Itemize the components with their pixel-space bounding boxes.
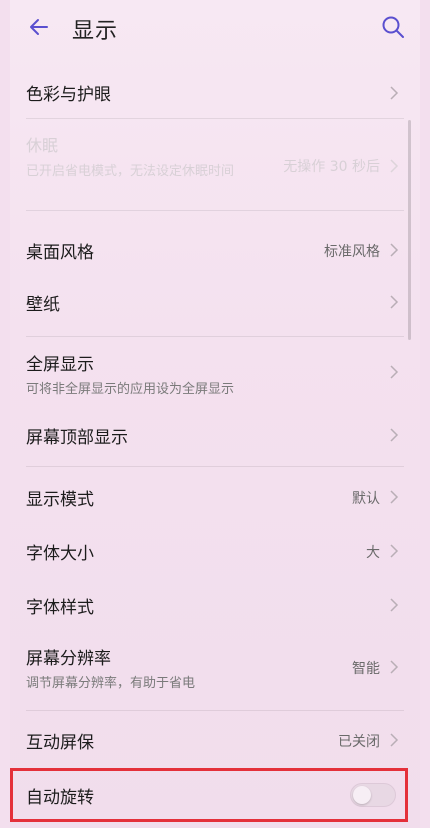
- setting-item-subtitle: 可将非全屏显示的应用设为全屏显示: [26, 382, 235, 397]
- setting-item-sleep: 休眠 已开启省电模式，无法设定休眠时间 无操作 30 秒后: [10, 122, 420, 202]
- setting-item-label: 字体样式: [26, 598, 94, 618]
- setting-item-label: 色彩与护眼: [26, 85, 111, 105]
- divider: [26, 118, 404, 119]
- chevron-right-icon: [390, 544, 399, 558]
- setting-item-value: 已关闭: [338, 734, 380, 750]
- chevron-right-icon: [390, 159, 399, 173]
- setting-item-screen-resolution[interactable]: 屏幕分辨率 调节屏幕分辨率，有助于省电 智能: [10, 634, 420, 700]
- chevron-right-icon: [390, 598, 399, 612]
- chevron-right-icon: [390, 365, 399, 379]
- setting-item-value: 大: [366, 545, 380, 561]
- setting-item-value: 默认: [352, 491, 380, 507]
- setting-item-fullscreen-display[interactable]: 全屏显示 可将非全屏显示的应用设为全屏显示: [10, 340, 420, 404]
- setting-item-font-size[interactable]: 字体大小 大: [10, 526, 420, 576]
- divider: [26, 336, 404, 337]
- page-title: 显示: [72, 19, 119, 44]
- setting-item-subtitle: 调节屏幕分辨率，有助于省电: [26, 676, 196, 691]
- display-settings-screen: 显示 色彩与护眼 休眠 已开启省电模式，无法设定休眠时间 无操作 30 秒后 桌…: [10, 0, 420, 828]
- setting-item-label: 壁纸: [26, 295, 60, 315]
- setting-item-value: 无操作 30 秒后: [283, 159, 380, 175]
- divider: [26, 710, 404, 711]
- divider: [26, 210, 404, 211]
- setting-item-label: 全屏显示: [26, 355, 94, 375]
- chevron-right-icon: [390, 428, 399, 442]
- setting-item-desktop-style[interactable]: 桌面风格 标准风格: [10, 222, 420, 274]
- highlight-box: [10, 768, 408, 822]
- setting-item-wallpaper[interactable]: 壁纸: [10, 278, 420, 330]
- setting-item-value: 标准风格: [324, 244, 380, 260]
- chevron-right-icon: [390, 243, 399, 257]
- setting-item-label: 显示模式: [26, 490, 94, 510]
- setting-item-label: 屏幕顶部显示: [26, 428, 128, 448]
- setting-item-label: 桌面风格: [26, 243, 94, 263]
- chevron-right-icon: [390, 660, 399, 674]
- setting-item-value: 智能: [352, 661, 380, 677]
- setting-item-subtitle: 已开启省电模式，无法设定休眠时间: [26, 164, 235, 179]
- setting-item-label: 屏幕分辨率: [26, 649, 111, 669]
- arrow-left-icon[interactable]: [26, 14, 52, 40]
- top-bar: 显示: [10, 0, 420, 56]
- setting-item-top-of-screen-display[interactable]: 屏幕顶部显示: [10, 410, 420, 462]
- setting-item-color-eye-care[interactable]: 色彩与护眼: [10, 68, 420, 118]
- setting-item-interactive-screensaver[interactable]: 互动屏保 已关闭: [10, 716, 420, 766]
- setting-item-label: 互动屏保: [26, 733, 94, 753]
- chevron-right-icon: [390, 295, 399, 309]
- setting-item-label: 休眠: [26, 136, 59, 155]
- chevron-right-icon: [390, 86, 399, 100]
- search-icon[interactable]: [380, 14, 406, 40]
- setting-item-font-style[interactable]: 字体样式: [10, 580, 420, 630]
- divider: [26, 466, 404, 467]
- chevron-right-icon: [390, 490, 399, 504]
- chevron-right-icon: [390, 733, 399, 747]
- setting-item-label: 字体大小: [26, 544, 94, 564]
- setting-item-display-mode[interactable]: 显示模式 默认: [10, 472, 420, 522]
